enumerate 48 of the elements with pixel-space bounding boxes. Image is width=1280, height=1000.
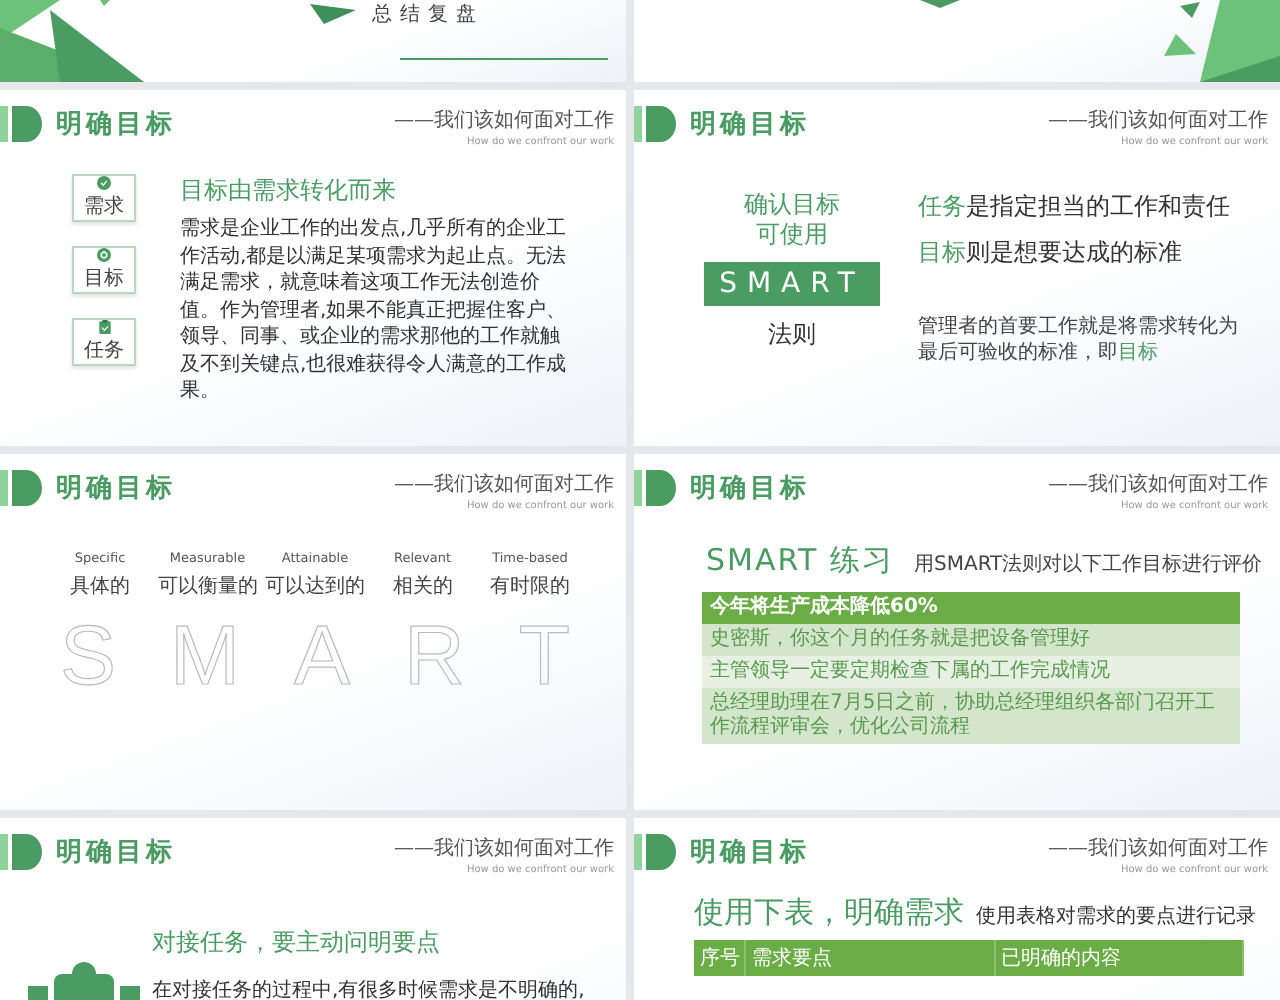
statement-text: 任务是指定担当的工作和责任	[918, 190, 1232, 224]
slide-title: 明确目标	[690, 472, 810, 506]
slide-title: 明确目标	[690, 836, 810, 870]
slide-tagline: ——我们该如何面对工作	[394, 107, 614, 134]
term-chinese: 相关的	[392, 573, 453, 600]
slide-title: 总结复盘	[372, 1, 484, 28]
smart-badge: SMART	[704, 262, 880, 306]
column-header: 序号	[694, 940, 746, 976]
icon-label: 目标	[84, 265, 124, 292]
section-heading: SMART 练习	[706, 542, 894, 580]
table-row: 总经理助理在7月5日之前，协助总经理组织各部门召开工作流程评审会，优化公司流程	[702, 688, 1240, 744]
body-paragraph: 在对接任务的过程中,有很多时候需求是不明确的,	[152, 977, 585, 1000]
table-row: 史密斯，你这个月的任务就是把设备管理好	[702, 624, 1240, 656]
slide-title: 明确目标	[690, 108, 810, 142]
slide-tagline: ——我们该如何面对工作	[1048, 471, 1268, 498]
outline-letter: M	[170, 608, 240, 704]
body-paragraph: 需求是企业工作的出发点,几乎所有的企业工作活动,都是以满足某项需求为起止点。无法满足需求，就意味着这项工作无法创造价值。作为管理者,如果不能真正把握住客户、领导、同事、或企业的需求那他的工作就触及不到关键点,也很难获得令人满意的工作成果。	[180, 216, 569, 405]
term-chinese: 有时限的	[490, 573, 570, 600]
term-chinese: 可以达到的	[265, 573, 365, 600]
outline-letter: A	[293, 608, 350, 704]
section-heading: 目标由需求转化而来	[180, 174, 398, 208]
outline-letter: R	[403, 608, 465, 704]
statement-text: 目标则是想要达成的标准	[918, 236, 1184, 270]
lead-text: 确认目标	[744, 190, 840, 220]
section-subheading: 用SMART法则对以下工作目标进行评价	[914, 551, 1263, 578]
slide-tagline: ——我们该如何面对工作	[1048, 835, 1268, 862]
outline-letter: T	[518, 608, 570, 704]
section-heading: 使用下表，明确需求	[694, 894, 964, 932]
column-header: 已明确的内容	[995, 940, 1244, 976]
slide-title: 明确目标	[56, 836, 176, 870]
slide-tagline: ——我们该如何面对工作	[394, 471, 614, 498]
icon-label: 任务	[84, 338, 124, 364]
note-text: 管理者的首要工作就是将需求转化为最后可验收的标准，即目标	[918, 314, 1238, 366]
column-header: 需求要点	[746, 940, 995, 976]
rule-text: 法则	[768, 318, 816, 352]
section-heading: 对接任务，要主动问明要点	[152, 926, 442, 960]
lead-text: 可使用	[756, 220, 828, 250]
slide-title: 明确目标	[56, 108, 176, 142]
section-subheading: 使用表格对需求的要点进行记录	[976, 903, 1256, 930]
outline-letter: S	[60, 608, 117, 704]
table-header-row: 今年将生产成本降低60%	[702, 592, 1240, 624]
slide-tagline: ——我们该如何面对工作	[394, 835, 614, 862]
term-chinese: 可以衡量的	[157, 573, 258, 600]
slide-title: 明确目标	[56, 472, 176, 506]
icon-label: 需求	[84, 193, 124, 220]
slide-tagline: ——我们该如何面对工作	[1048, 107, 1268, 134]
term-chinese: 具体的	[70, 574, 130, 600]
table-row: 主管领导一定要定期检查下属的工作完成情况	[702, 656, 1240, 688]
